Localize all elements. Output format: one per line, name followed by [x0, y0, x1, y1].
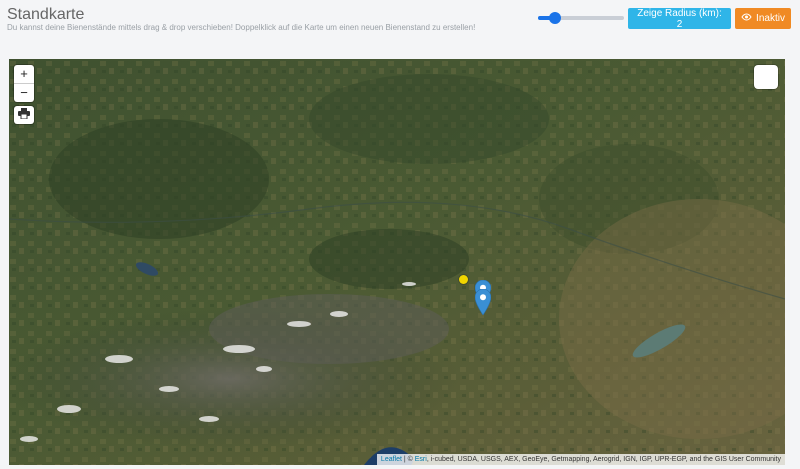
zoom-out-button[interactable]: −	[14, 83, 34, 102]
radius-button[interactable]: Zeige Radius (km): 2	[628, 7, 731, 30]
inactive-button[interactable]: Inaktiv	[735, 8, 791, 29]
satellite-imagery	[9, 59, 785, 465]
radius-slider[interactable]	[538, 10, 624, 26]
page-title: Standkarte	[7, 6, 85, 23]
zoom-in-button[interactable]: +	[14, 65, 34, 83]
leaflet-link[interactable]: Leaflet	[381, 456, 402, 463]
radius-button-label: Zeige Radius (km): 2	[637, 7, 722, 30]
attribution-text: , i-cubed, USDA, USGS, AEX, GeoEye, Getm…	[426, 456, 781, 463]
apiary-marker[interactable]	[474, 288, 492, 320]
eye-icon	[741, 13, 752, 24]
inactive-button-label: Inaktiv	[756, 13, 785, 24]
page-subtitle: Du kannst deine Bienenstände mittels dra…	[7, 23, 476, 32]
map-attribution: Leaflet | © Esri, i-cubed, USDA, USGS, A…	[376, 454, 785, 465]
print-button[interactable]	[14, 106, 34, 124]
print-icon	[18, 106, 30, 124]
slider-thumb[interactable]	[549, 12, 561, 24]
satellite-map[interactable]: + − Leaflet | © Esri, i-cubed, USDA, USG…	[9, 59, 785, 465]
attribution-separator: | ©	[401, 456, 415, 463]
yellow-location-marker[interactable]	[459, 275, 468, 284]
esri-link[interactable]: Esri	[415, 456, 427, 463]
map-pin-icon	[474, 288, 492, 316]
layer-switcher-button[interactable]	[754, 65, 778, 89]
zoom-control: + −	[14, 65, 34, 102]
